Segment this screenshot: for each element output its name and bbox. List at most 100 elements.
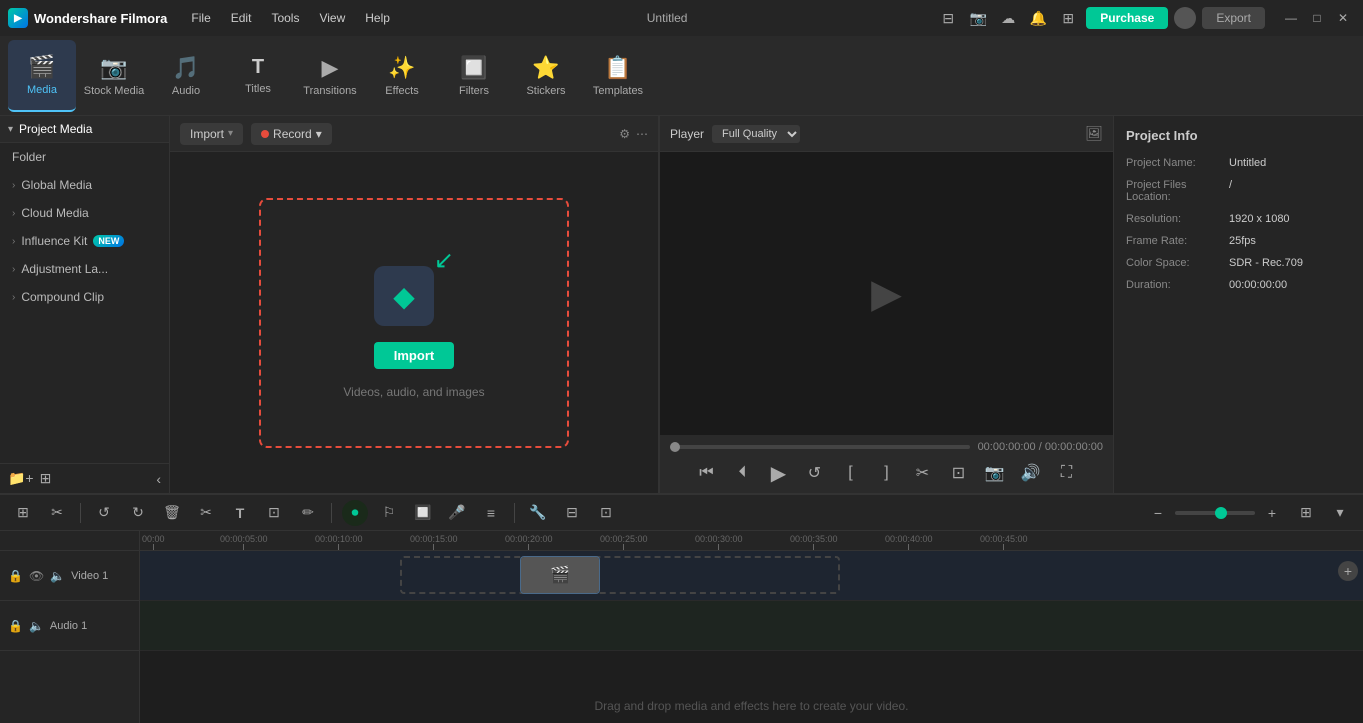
ai-tools-button[interactable]: 🔧: [525, 500, 551, 526]
loop-button[interactable]: ↺: [801, 459, 829, 487]
captions-button[interactable]: ≡: [478, 500, 504, 526]
project-files-value: /: [1229, 179, 1232, 203]
menu-view[interactable]: View: [311, 9, 353, 27]
zoom-slider[interactable]: [1175, 511, 1255, 515]
add-track-button[interactable]: +: [1338, 561, 1358, 581]
toolbar-audio[interactable]: 🎵 Audio: [152, 40, 220, 112]
delete-button[interactable]: 🗑: [159, 500, 185, 526]
timeline-tracks: 🎬 + Drag and drop media and effects here…: [140, 551, 1363, 723]
import-action-button[interactable]: Import: [374, 342, 454, 369]
timeline-trim-tool[interactable]: ✂: [44, 500, 70, 526]
stickers-icon: ⭐: [532, 55, 559, 81]
sidebar-item-folder[interactable]: Folder: [0, 143, 169, 171]
sidebar-item-adjustment[interactable]: › Adjustment La...: [0, 255, 169, 283]
toolbar-templates[interactable]: 📋 Templates: [584, 40, 652, 112]
toolbar-stock-media[interactable]: 📷 Stock Media: [80, 40, 148, 112]
crop-button[interactable]: ⊡: [261, 500, 287, 526]
titles-label: Titles: [245, 83, 271, 95]
record-button[interactable]: Record ▾: [251, 123, 332, 145]
minimize-window-icon[interactable]: ⊟: [936, 6, 960, 30]
cut-button[interactable]: ✂: [193, 500, 219, 526]
purchase-button[interactable]: Purchase: [1086, 7, 1168, 29]
fullscreen-button[interactable]: ⛶: [1053, 459, 1081, 487]
draw-button[interactable]: ✏: [295, 500, 321, 526]
markers-button[interactable]: ⚐: [376, 500, 402, 526]
toolbar-media[interactable]: 🎬 Media: [8, 40, 76, 112]
add-folder-icon[interactable]: 📁+: [8, 470, 34, 487]
subtitle-button[interactable]: ⊟: [559, 500, 585, 526]
undo-button[interactable]: ↺: [91, 500, 117, 526]
toolbar-stickers[interactable]: ⭐ Stickers: [512, 40, 580, 112]
timeline-layout-button[interactable]: ⊞: [1293, 500, 1319, 526]
video-drop-zone[interactable]: [400, 556, 840, 594]
sidebar-item-influence-kit[interactable]: › Influence Kit NEW: [0, 227, 169, 255]
menu-help[interactable]: Help: [357, 9, 398, 27]
menu-file[interactable]: File: [183, 9, 218, 27]
scene-detect-button[interactable]: 🔲: [410, 500, 436, 526]
video-clip[interactable]: 🎬: [520, 556, 600, 594]
import-drop-zone[interactable]: ◆ ↙ Import Videos, audio, and images: [259, 198, 569, 448]
stickers-label: Stickers: [526, 85, 565, 97]
toolbar-transitions[interactable]: ▶ Transitions: [296, 40, 364, 112]
timeline-select-tool[interactable]: ⊞: [10, 500, 36, 526]
video-speaker-icon[interactable]: 🔈: [50, 569, 65, 583]
progress-thumb[interactable]: [670, 442, 680, 452]
audio-eye-icon[interactable]: 🔈: [29, 619, 44, 633]
grid-icon[interactable]: ⊞: [1056, 6, 1080, 30]
zoom-thumb[interactable]: [1215, 507, 1227, 519]
camera-icon[interactable]: 📷: [966, 6, 990, 30]
mark-in-button[interactable]: [: [837, 459, 865, 487]
mic-button[interactable]: 🎤: [444, 500, 470, 526]
audio-track-lane[interactable]: [140, 601, 1363, 651]
trim-button[interactable]: ✂: [909, 459, 937, 487]
avatar[interactable]: [1174, 7, 1196, 29]
toolbar-filters[interactable]: 🔲 Filters: [440, 40, 508, 112]
menu-edit[interactable]: Edit: [223, 9, 260, 27]
quality-select[interactable]: Full Quality: [712, 125, 800, 143]
picture-in-picture-button[interactable]: ⊡: [945, 459, 973, 487]
win-close-button[interactable]: ✕: [1331, 6, 1355, 30]
win-minimize-button[interactable]: —: [1279, 6, 1303, 30]
sidebar-item-global-media[interactable]: › Global Media: [0, 171, 169, 199]
audio-lock-icon[interactable]: 🔒: [8, 619, 23, 633]
go-to-start-button[interactable]: ⏮: [693, 459, 721, 487]
media-content-panel: Import ▾ Record ▾ ⚙ ⋯: [170, 116, 659, 493]
sidebar-item-cloud-media[interactable]: › Cloud Media: [0, 199, 169, 227]
export-button[interactable]: Export: [1202, 7, 1265, 29]
more-options-icon[interactable]: ⋯: [636, 127, 648, 141]
import-button[interactable]: Import ▾: [180, 123, 243, 145]
collapse-icon[interactable]: ‹: [156, 471, 161, 487]
zoom-in-button[interactable]: +: [1259, 500, 1285, 526]
project-name-value: Untitled: [1229, 157, 1266, 169]
filter-icon[interactable]: ⚙: [619, 127, 630, 141]
menu-tools[interactable]: Tools: [263, 9, 307, 27]
timeline-content: 🔒 👁 🔈 Video 1 🔒 🔈 Audio 1 00:00: [0, 531, 1363, 723]
step-back-button[interactable]: ⏴: [729, 459, 757, 487]
zoom-out-button[interactable]: −: [1145, 500, 1171, 526]
play-button[interactable]: ▶: [765, 459, 793, 487]
cloud-icon[interactable]: ☁: [996, 6, 1020, 30]
text-button[interactable]: T: [227, 500, 253, 526]
new-item-icon[interactable]: ⊞: [40, 470, 52, 487]
motion-track-button[interactable]: ⊡: [593, 500, 619, 526]
volume-button[interactable]: 🔊: [1017, 459, 1045, 487]
toolbar-effects[interactable]: ✨ Effects: [368, 40, 436, 112]
record-audio-button[interactable]: ⏺: [342, 500, 368, 526]
video-track-lane[interactable]: 🎬 +: [140, 551, 1363, 601]
video-lock-icon[interactable]: 🔒: [8, 569, 23, 583]
timeline-settings-button[interactable]: ▾: [1327, 500, 1353, 526]
toolbar-separator-3: [514, 503, 515, 523]
ruler-mark-7: 00:00:35:00: [790, 534, 838, 550]
snapshot-button[interactable]: 📷: [981, 459, 1009, 487]
mark-out-button[interactable]: ]: [873, 459, 901, 487]
bell-icon[interactable]: 🔔: [1026, 6, 1050, 30]
toolbar-titles[interactable]: T Titles: [224, 40, 292, 112]
sidebar-item-compound-clip[interactable]: › Compound Clip: [0, 283, 169, 311]
video-eye-icon[interactable]: 👁: [29, 569, 44, 583]
player-panel: Player Full Quality 🖼 ▶: [660, 116, 1113, 493]
win-maximize-button[interactable]: □: [1305, 6, 1329, 30]
redo-button[interactable]: ↻: [125, 500, 151, 526]
progress-track[interactable]: [670, 445, 970, 449]
player-picture-icon[interactable]: 🖼: [1085, 125, 1103, 142]
resolution-label: Resolution:: [1126, 213, 1221, 225]
